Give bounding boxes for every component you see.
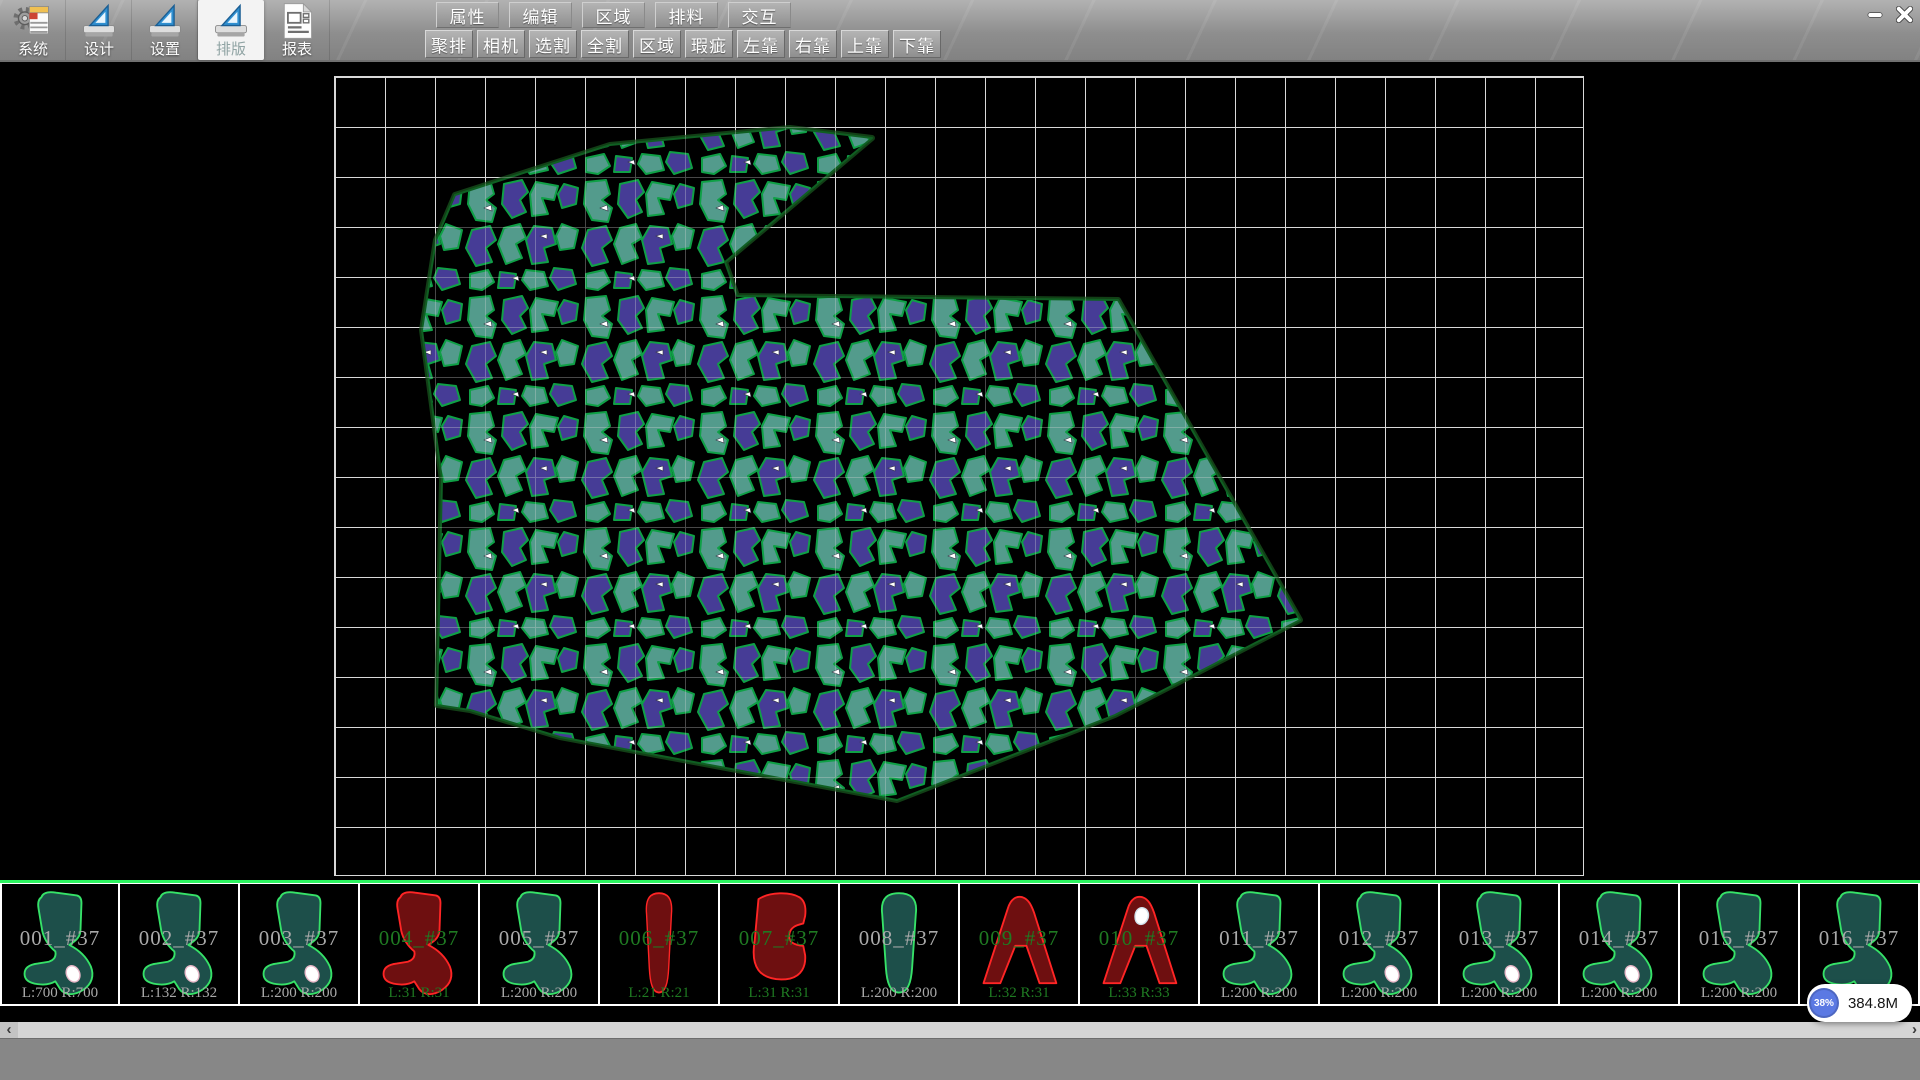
piece-shape — [1091, 888, 1187, 1000]
piece-thumbnail-12[interactable]: 012_#37L:200 R:200 — [1320, 883, 1440, 1006]
set-square-icon — [78, 1, 120, 41]
piece-shape — [1451, 888, 1547, 1000]
menu-item-4[interactable]: 排料 — [655, 2, 718, 28]
tool-item-1[interactable]: 聚排 — [425, 30, 473, 58]
piece-thumbnail-14[interactable]: 014_#37L:200 R:200 — [1560, 883, 1680, 1006]
piece-thumbnail-8[interactable]: 008_#37L:200 R:200 — [840, 883, 960, 1006]
piece-shape — [1211, 888, 1307, 1000]
tool-item-4[interactable]: 全割 — [581, 30, 629, 58]
piece-thumbnail-13[interactable]: 013_#37L:200 R:200 — [1440, 883, 1560, 1006]
menu-row-primary: 属性编辑区域排料交互 — [436, 2, 791, 28]
piece-shape — [131, 888, 227, 1000]
tool-item-6[interactable]: 瑕疵 — [685, 30, 733, 58]
tool-item-8[interactable]: 右靠 — [789, 30, 837, 58]
minimize-button[interactable] — [1864, 3, 1887, 26]
memory-progress-badge: 38% 384.8M — [1807, 984, 1912, 1022]
piece-shape — [851, 888, 947, 1000]
piece-thumbnail-6[interactable]: 006_#37L:21 R:21 — [600, 883, 720, 1006]
menu-row-secondary: 聚排相机选割全割区域瑕疵左靠右靠上靠下靠 — [425, 30, 941, 58]
menu-item-2[interactable]: 编辑 — [509, 2, 572, 28]
toolbar-button-5[interactable]: 报表 — [264, 0, 330, 60]
toolbar-button-1[interactable]: 系统 — [0, 0, 66, 60]
toolbar-button-label: 设置 — [150, 41, 180, 58]
horizontal-scrollbar[interactable]: ‹ › — [0, 1022, 1920, 1038]
progress-percent-indicator: 38% — [1809, 988, 1839, 1018]
tool-item-3[interactable]: 选割 — [529, 30, 577, 58]
piece-thumbnail-9[interactable]: 009_#37L:32 R:31 — [960, 883, 1080, 1006]
application-window: 系统设计设置排版报表 属性编辑区域排料交互 聚排相机选割全割区域瑕疵左靠右靠上靠… — [0, 0, 1920, 1080]
menu-item-3[interactable]: 区域 — [582, 2, 645, 28]
pieces-strip: 001_#37L:700 R:700002_#37L:132 R:132003_… — [0, 880, 1920, 1006]
close-button[interactable] — [1893, 3, 1916, 26]
piece-shape — [971, 888, 1067, 1000]
system-icon — [12, 1, 54, 41]
tool-item-9[interactable]: 上靠 — [841, 30, 889, 58]
piece-thumbnail-10[interactable]: 010_#37L:33 R:33 — [1080, 883, 1200, 1006]
toolbar-button-label: 设计 — [84, 41, 114, 58]
toolbar: 系统设计设置排版报表 属性编辑区域排料交互 聚排相机选割全割区域瑕疵左靠右靠上靠… — [0, 0, 1920, 62]
piece-thumbnail-2[interactable]: 002_#37L:132 R:132 — [120, 883, 240, 1006]
tool-item-10[interactable]: 下靠 — [893, 30, 941, 58]
piece-thumbnail-4[interactable]: 004_#37L:31 R:31 — [360, 883, 480, 1006]
piece-shape — [1331, 888, 1427, 1000]
toolbar-button-label: 系统 — [18, 41, 48, 58]
piece-thumbnail-15[interactable]: 015_#37L:200 R:200 — [1680, 883, 1800, 1006]
piece-thumbnail-11[interactable]: 011_#37L:200 R:200 — [1200, 883, 1320, 1006]
tool-item-5[interactable]: 区域 — [633, 30, 681, 58]
set-square-icon — [210, 1, 252, 41]
piece-shape — [371, 888, 467, 1000]
piece-thumbnail-7[interactable]: 007_#37L:31 R:31 — [720, 883, 840, 1006]
hide-layout-drawing — [0, 62, 1920, 882]
tool-item-2[interactable]: 相机 — [477, 30, 525, 58]
piece-shape — [611, 888, 707, 1000]
toolbar-button-label: 排版 — [216, 41, 246, 58]
menu-item-5[interactable]: 交互 — [728, 2, 791, 28]
piece-thumbnail-3[interactable]: 003_#37L:200 R:200 — [240, 883, 360, 1006]
piece-thumbnail-1[interactable]: 001_#37L:700 R:700 — [0, 883, 120, 1006]
report-icon — [276, 1, 318, 41]
memory-usage-value: 384.8M — [1839, 995, 1910, 1012]
toolbar-button-label: 报表 — [282, 41, 312, 58]
toolbar-button-3[interactable]: 设置 — [132, 0, 198, 60]
nesting-canvas[interactable] — [0, 62, 1920, 882]
piece-shape — [491, 888, 587, 1000]
piece-shape — [12, 888, 108, 1000]
piece-shape — [1691, 888, 1787, 1000]
status-bar — [0, 1038, 1920, 1080]
menu-item-1[interactable]: 属性 — [436, 2, 499, 28]
window-controls — [1864, 3, 1916, 26]
piece-thumbnail-5[interactable]: 005_#37L:200 R:200 — [480, 883, 600, 1006]
toolbar-button-2[interactable]: 设计 — [66, 0, 132, 60]
piece-shape — [251, 888, 347, 1000]
set-square-icon — [144, 1, 186, 41]
main-toolbar-buttons: 系统 设计 设置 排版 报表 — [0, 0, 330, 60]
scroll-left-button[interactable]: ‹ — [0, 1022, 18, 1038]
toolbar-button-4[interactable]: 排版 — [198, 0, 264, 60]
piece-shape — [1571, 888, 1667, 1000]
scroll-right-button[interactable]: › — [1912, 1022, 1917, 1038]
piece-shape — [731, 888, 827, 1000]
tool-item-7[interactable]: 左靠 — [737, 30, 785, 58]
